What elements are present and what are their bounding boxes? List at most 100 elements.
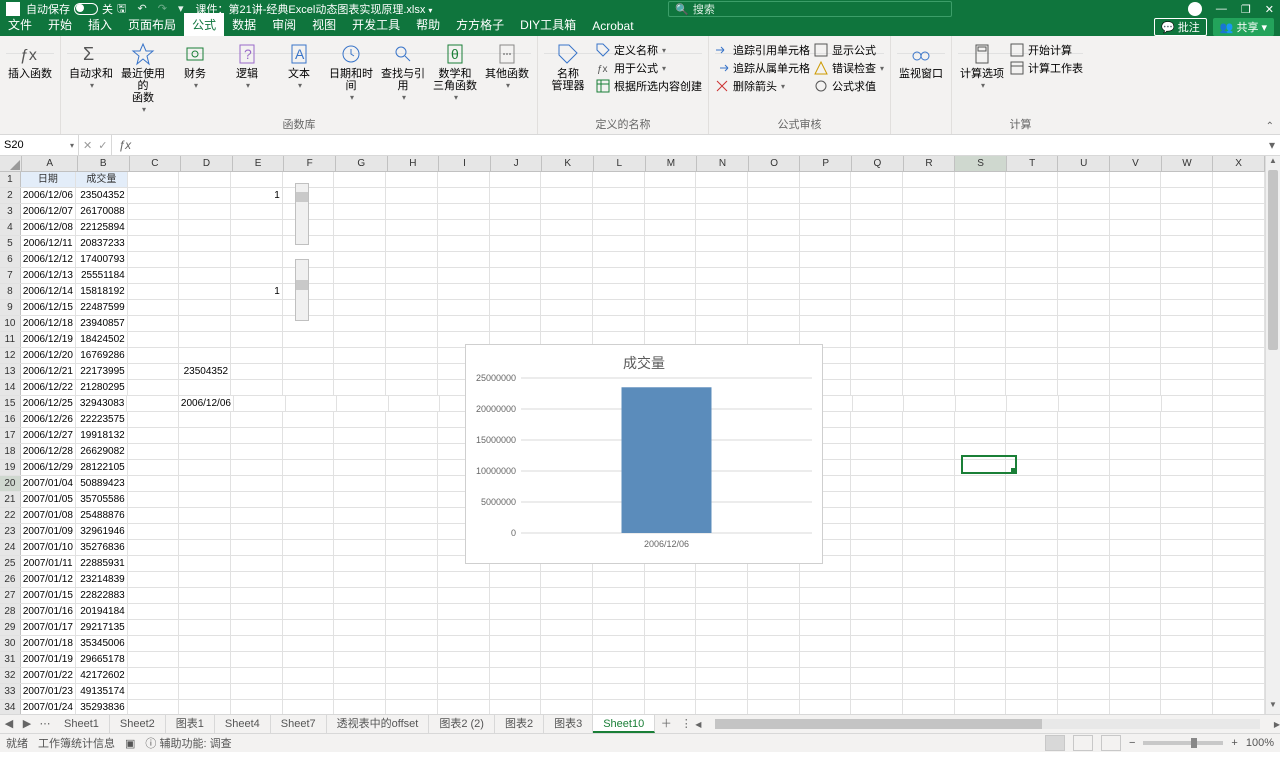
cell-V4[interactable]	[1110, 220, 1162, 235]
cell-S26[interactable]	[955, 572, 1007, 587]
cell-X9[interactable]	[1213, 300, 1265, 315]
cell-V32[interactable]	[1110, 668, 1162, 683]
cell-G22[interactable]	[334, 508, 386, 523]
cell-A3[interactable]: 2006/12/07	[21, 204, 76, 219]
recent-functions-button[interactable]: 最近使用的 函数	[119, 38, 167, 116]
cell-G20[interactable]	[334, 476, 386, 491]
cell-M10[interactable]	[645, 316, 697, 331]
cell-K28[interactable]	[541, 604, 593, 619]
cell-R12[interactable]	[903, 348, 955, 363]
cell-B4[interactable]: 22125894	[76, 220, 128, 235]
cell-N7[interactable]	[696, 268, 748, 283]
cell-H16[interactable]	[386, 412, 438, 427]
cell-S7[interactable]	[955, 268, 1007, 283]
table-row[interactable]: 1日期成交量	[0, 172, 1265, 188]
cell-E6[interactable]	[231, 252, 283, 267]
cell-L3[interactable]	[593, 204, 645, 219]
cell-M34[interactable]	[645, 700, 697, 714]
cell-F27[interactable]	[283, 588, 335, 603]
page-layout-view-button[interactable]	[1073, 735, 1093, 751]
cell-Q9[interactable]	[851, 300, 903, 315]
cell-E13[interactable]	[231, 364, 283, 379]
cell-L34[interactable]	[593, 700, 645, 714]
cell-X16[interactable]	[1213, 412, 1265, 427]
cell-S14[interactable]	[955, 380, 1007, 395]
cell-E3[interactable]	[231, 204, 283, 219]
cell-M7[interactable]	[645, 268, 697, 283]
cell-Q11[interactable]	[851, 332, 903, 347]
cell-T26[interactable]	[1006, 572, 1058, 587]
cell-C2[interactable]	[128, 188, 180, 203]
cell-I8[interactable]	[438, 284, 490, 299]
cell-Q3[interactable]	[851, 204, 903, 219]
cell-B34[interactable]: 35293836	[76, 700, 128, 714]
cell-E33[interactable]	[231, 684, 283, 699]
table-row[interactable]: 272007/01/1522822883	[0, 588, 1265, 604]
cell-Q7[interactable]	[851, 268, 903, 283]
cell-X25[interactable]	[1213, 556, 1265, 571]
cell-G1[interactable]	[334, 172, 386, 187]
cell-E8[interactable]: 1	[231, 284, 283, 299]
cell-U24[interactable]	[1058, 540, 1110, 555]
cell-S5[interactable]	[955, 236, 1007, 251]
cell-X6[interactable]	[1213, 252, 1265, 267]
cell-E12[interactable]	[231, 348, 283, 363]
cell-T31[interactable]	[1006, 652, 1058, 667]
col-header-F[interactable]: F	[284, 156, 336, 171]
cell-T22[interactable]	[1006, 508, 1058, 523]
cell-J29[interactable]	[490, 620, 542, 635]
cell-E4[interactable]	[231, 220, 283, 235]
table-row[interactable]: 72006/12/1325551184	[0, 268, 1265, 284]
cell-M3[interactable]	[645, 204, 697, 219]
col-header-W[interactable]: W	[1162, 156, 1214, 171]
cell-D11[interactable]	[179, 332, 231, 347]
cell-I7[interactable]	[438, 268, 490, 283]
cell-J5[interactable]	[490, 236, 542, 251]
col-header-B[interactable]: B	[78, 156, 130, 171]
cell-F12[interactable]	[283, 348, 335, 363]
cell-H17[interactable]	[386, 428, 438, 443]
cell-C29[interactable]	[128, 620, 180, 635]
cell-R16[interactable]	[903, 412, 955, 427]
cell-W22[interactable]	[1161, 508, 1213, 523]
row-header[interactable]: 3	[0, 204, 21, 219]
cell-X32[interactable]	[1213, 668, 1265, 683]
cell-H14[interactable]	[386, 380, 438, 395]
cell-C30[interactable]	[128, 636, 180, 651]
cell-N5[interactable]	[696, 236, 748, 251]
cell-D18[interactable]	[179, 444, 231, 459]
cell-T2[interactable]	[1006, 188, 1058, 203]
cell-M30[interactable]	[645, 636, 697, 651]
cell-X21[interactable]	[1213, 492, 1265, 507]
row-header[interactable]: 20	[0, 476, 21, 491]
cell-Q19[interactable]	[851, 460, 903, 475]
cell-W8[interactable]	[1161, 284, 1213, 299]
cell-C12[interactable]	[128, 348, 180, 363]
cell-T3[interactable]	[1006, 204, 1058, 219]
cell-V1[interactable]	[1110, 172, 1162, 187]
cell-P10[interactable]	[800, 316, 852, 331]
col-header-U[interactable]: U	[1058, 156, 1110, 171]
cell-S11[interactable]	[955, 332, 1007, 347]
cell-U15[interactable]	[1059, 396, 1111, 411]
cell-W10[interactable]	[1161, 316, 1213, 331]
cell-B26[interactable]: 23214839	[76, 572, 128, 587]
cell-X23[interactable]	[1213, 524, 1265, 539]
cell-D32[interactable]	[179, 668, 231, 683]
cell-O29[interactable]	[748, 620, 800, 635]
cell-F14[interactable]	[283, 380, 335, 395]
cell-Q1[interactable]	[851, 172, 903, 187]
cell-I34[interactable]	[438, 700, 490, 714]
cell-C8[interactable]	[128, 284, 180, 299]
cell-W7[interactable]	[1161, 268, 1213, 283]
search-input[interactable]: 🔍 搜索	[668, 1, 952, 17]
accept-icon[interactable]: ✓	[98, 139, 107, 152]
cell-L30[interactable]	[593, 636, 645, 651]
cell-X11[interactable]	[1213, 332, 1265, 347]
col-header-E[interactable]: E	[233, 156, 285, 171]
row-header[interactable]: 14	[0, 380, 21, 395]
cell-B11[interactable]: 18424502	[76, 332, 128, 347]
col-header-S[interactable]: S	[955, 156, 1007, 171]
cell-H31[interactable]	[386, 652, 438, 667]
cell-D5[interactable]	[179, 236, 231, 251]
